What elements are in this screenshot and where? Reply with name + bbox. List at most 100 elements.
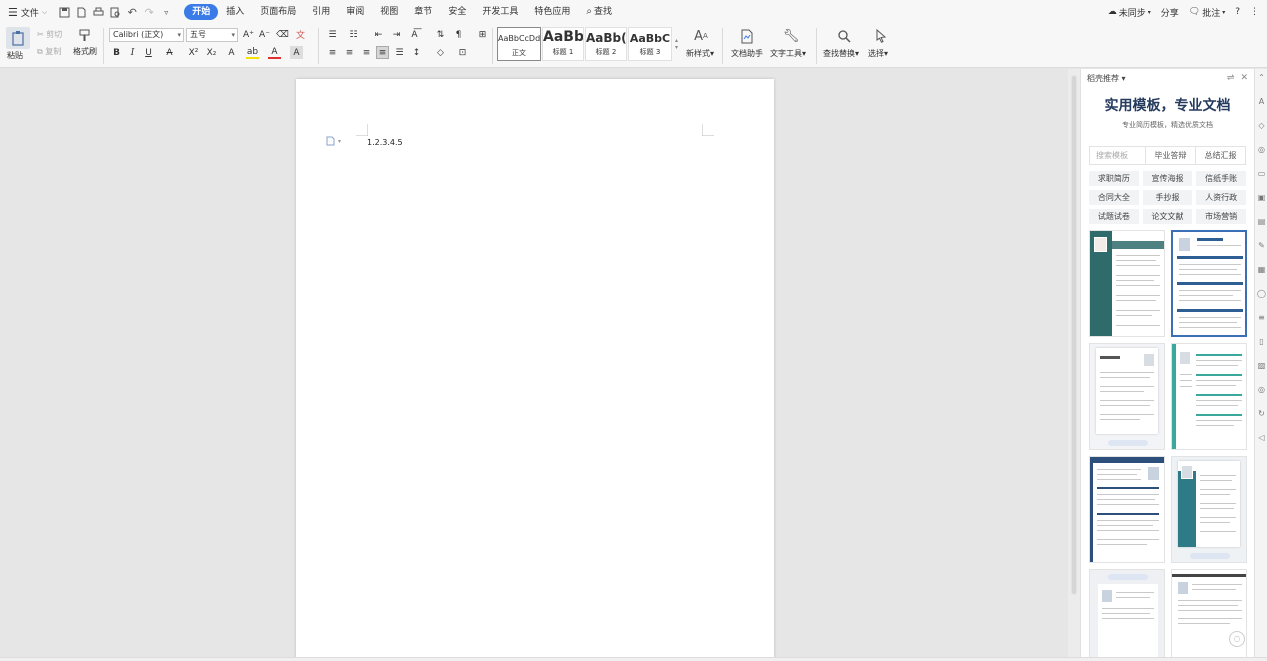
layout-icon[interactable]: ▭ [1257,169,1266,178]
sort-icon[interactable]: ⇅ [434,28,447,41]
search-input[interactable]: 搜索模板 [1090,147,1146,164]
clear-format-icon[interactable]: ⌫ [276,28,289,41]
search-tag[interactable]: 总结汇报 [1196,147,1245,164]
category-item[interactable]: 信纸手账 [1196,171,1246,186]
tab-insert[interactable]: 插入 [218,4,252,20]
category-item[interactable]: 宣传海报 [1142,171,1193,186]
tab-developer[interactable]: 开发工具 [474,4,526,20]
numbered-list-icon[interactable]: ☷ [347,28,360,41]
chart-icon[interactable]: ▤ [1257,217,1266,226]
redo-icon[interactable]: ↷ [142,5,156,19]
close-icon[interactable]: ✕ [1240,73,1248,83]
show-marks-icon[interactable]: ¶ [452,28,465,41]
line-spacing-icon[interactable]: ↕ [410,46,423,59]
underline-icon[interactable]: U [142,46,155,59]
template-thumbnail[interactable] [1089,456,1165,563]
lines-icon[interactable]: ≡ [1257,313,1266,322]
category-item[interactable]: 合同大全 [1089,190,1139,205]
category-item[interactable]: 论文文献 [1142,209,1193,224]
superscript-icon[interactable]: X² [187,46,200,59]
doc-assistant-icon[interactable] [737,27,757,45]
export-pdf-icon[interactable] [74,5,88,19]
category-item[interactable]: 手抄报 [1142,190,1193,205]
link-icon[interactable]: ◯ [1257,289,1266,298]
format-painter-button[interactable] [76,27,92,43]
bold-icon[interactable]: B [110,46,123,59]
shape-icon[interactable]: ◎ [1257,145,1266,154]
template-thumbnail[interactable] [1089,230,1165,337]
file-menu[interactable]: ☰ 文件 ⌵ [8,6,47,19]
style-icon[interactable]: A [1257,97,1266,106]
translate-icon[interactable]: ↻ [1257,409,1266,418]
tab-references[interactable]: 引用 [304,4,338,20]
save-icon[interactable] [57,5,71,19]
phonetic-guide-icon[interactable]: 文 [294,28,307,41]
pane-header-title[interactable]: 稻壳推荐 ▾ [1087,73,1126,84]
increase-indent-icon[interactable]: ⇥ [390,28,403,41]
select-button[interactable]: 选择▾ [868,48,888,59]
align-right-icon[interactable]: ≡ [360,46,373,59]
cut-button[interactable]: ✂ 剪切 [37,29,62,40]
text-effect-icon[interactable]: A [225,46,238,59]
scrollbar-thumb[interactable] [1071,75,1077,595]
tab-page-layout[interactable]: 页面布局 [252,4,304,20]
table-icon[interactable]: ▦ [1257,265,1266,274]
category-item[interactable]: 求职简历 [1089,171,1139,186]
decrease-indent-icon[interactable]: ⇤ [372,28,385,41]
styles-scroll[interactable]: ▴ ▾ [673,27,680,61]
bullet-list-icon[interactable]: ☰ [326,28,339,41]
tab-review[interactable]: 审阅 [338,4,372,20]
template-thumbnail[interactable] [1171,343,1247,450]
align-left-icon[interactable]: ≡ [326,46,339,59]
document-text[interactable]: 1.2.3.4.5 [367,138,403,147]
char-shading-icon[interactable]: A [290,46,303,59]
new-style-icon[interactable]: AA [691,27,711,45]
font-name-select[interactable]: Calibri (正文) ▾ [109,28,184,42]
share-button[interactable]: 分享 [1161,6,1179,19]
image-icon[interactable]: ▣ [1257,193,1266,202]
help-button[interactable]: ? [1235,7,1240,17]
chinese-layout-icon[interactable]: A͞ [408,28,421,41]
shading-icon[interactable]: ◇ [434,46,447,59]
category-item[interactable]: 试题试卷 [1089,209,1139,224]
strikethrough-icon[interactable]: A [163,46,176,59]
style-heading-2[interactable]: AaBb( 标题 2 [585,27,627,61]
template-icon[interactable]: ◎ [1257,385,1266,394]
doc-assistant-button[interactable]: 文档助手 [731,48,763,59]
comment-button[interactable]: 🗨 批注 ▾ [1189,6,1225,19]
style-heading-3[interactable]: AaBbC 标题 3 [628,27,672,61]
tab-home[interactable]: 开始 [184,4,219,20]
justify-icon[interactable]: ≡ [376,46,389,59]
print-preview-icon[interactable] [108,5,122,19]
template-thumbnail[interactable] [1089,569,1165,657]
distribute-icon[interactable]: ☰ [393,46,406,59]
find-replace-icon[interactable] [834,27,854,45]
text-tools-button[interactable]: 文字工具▾ [770,48,806,59]
table-icon[interactable]: ⊞ [476,28,489,41]
pin-icon[interactable]: ⇌ [1227,73,1235,83]
align-center-icon[interactable]: ≡ [343,46,356,59]
copy-button[interactable]: ⧉ 复制 [37,46,61,57]
wrench-icon[interactable]: 🔧︎ [781,27,801,45]
new-style-button[interactable]: 新样式▾ [686,48,714,59]
vertical-scrollbar[interactable] [1068,69,1080,657]
cursor-icon[interactable] [872,27,890,45]
category-item[interactable]: 人资行政 [1196,190,1246,205]
template-thumbnail[interactable] [1089,343,1165,450]
search-tag[interactable]: 毕业答辩 [1146,147,1196,164]
search-command[interactable]: ⌕ 查找 [578,4,620,20]
italic-icon[interactable]: I [126,46,139,59]
tab-security[interactable]: 安全 [440,4,474,20]
page-icon[interactable]: ▯ [1257,337,1266,346]
format-painter-label[interactable]: 格式刷 [73,46,97,57]
shrink-font-button[interactable]: A⁻ [258,28,271,41]
tab-section[interactable]: 章节 [406,4,440,20]
pen-icon[interactable]: ✎ [1257,241,1266,250]
template-thumbnail[interactable] [1171,456,1247,563]
grow-font-button[interactable]: A⁺ [242,28,255,41]
find-replace-button[interactable]: 查找替换▾ [823,48,859,59]
paragraph-marker[interactable]: ▾ [326,136,341,146]
border-icon[interactable]: ⊡ [456,46,469,59]
paste-button[interactable] [6,27,30,49]
font-color-icon[interactable]: A [268,46,281,59]
